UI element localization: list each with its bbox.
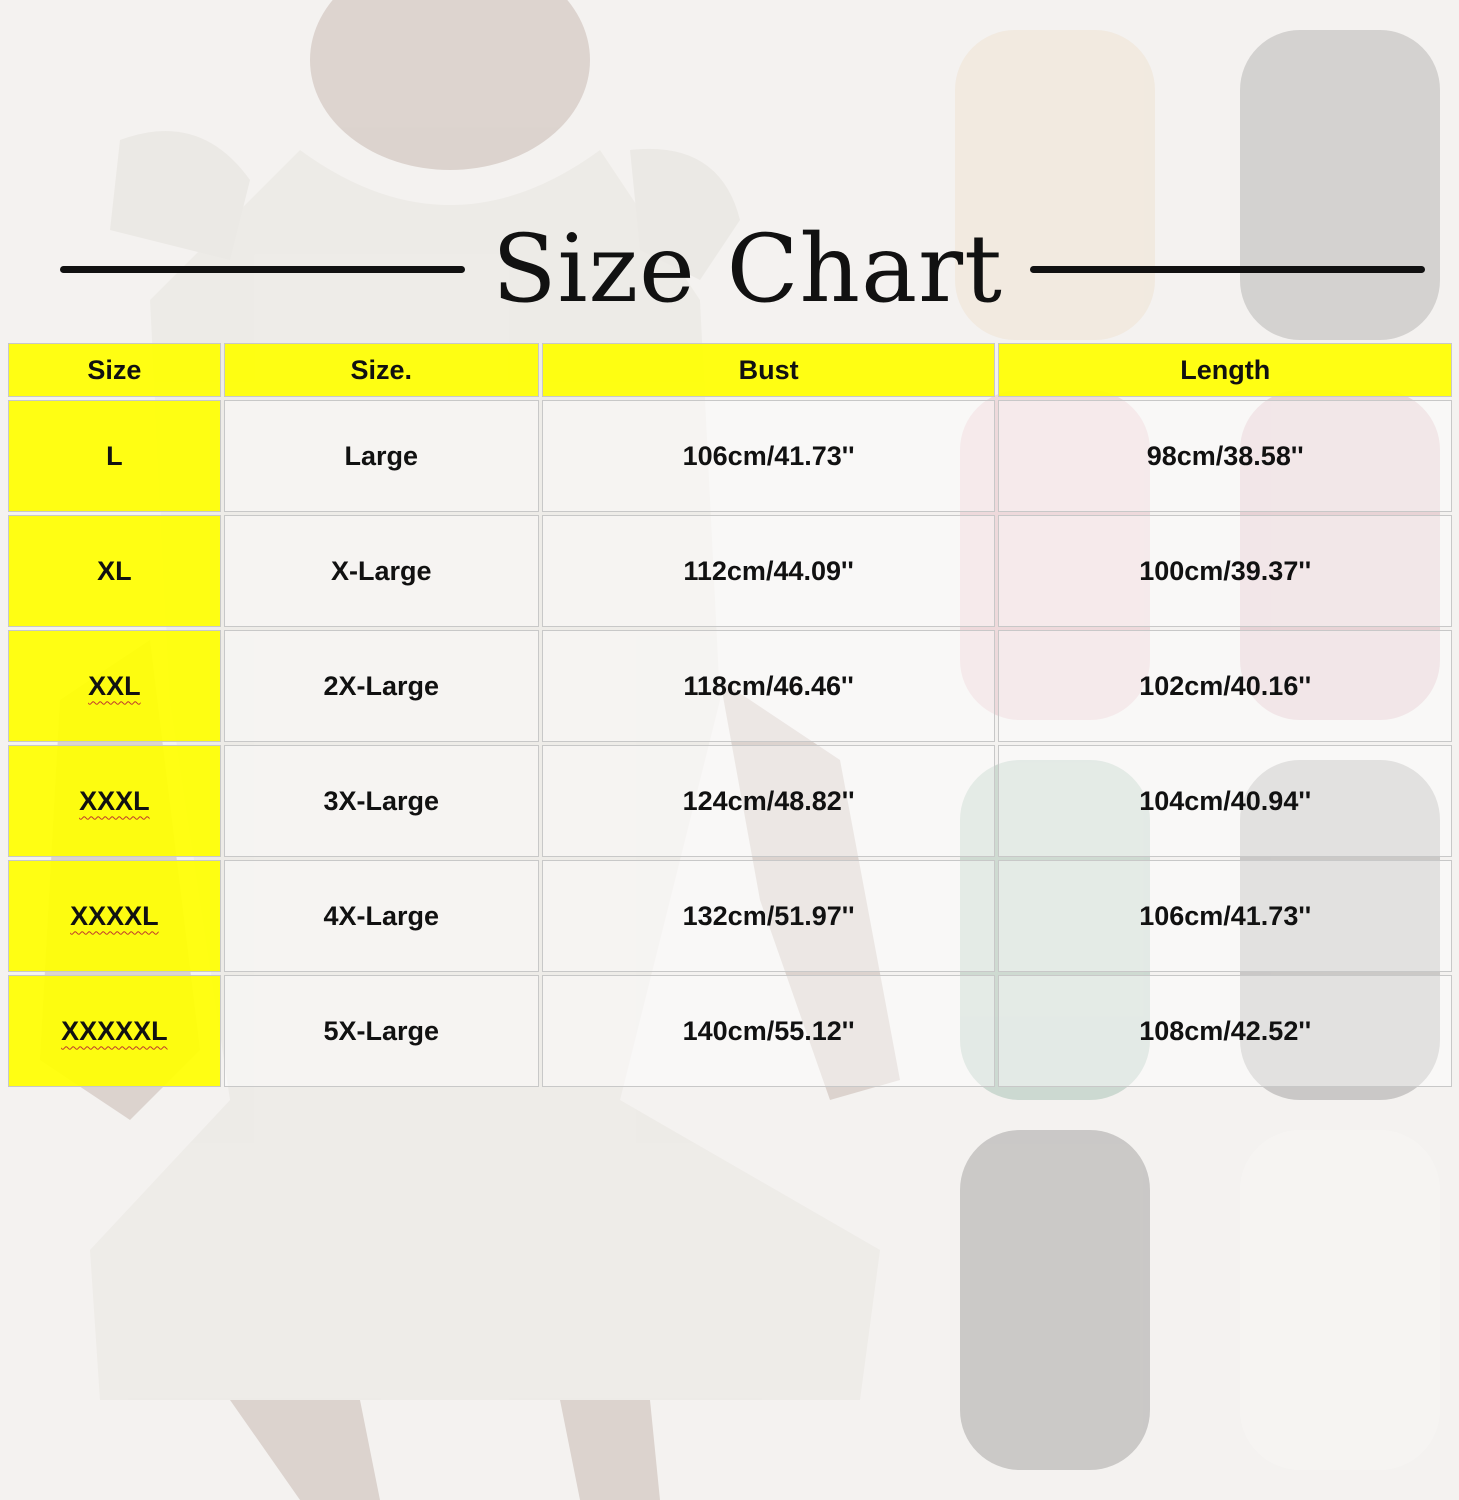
table-row: XXXXXL 5X-Large 140cm/55.12'' 108cm/42.5… [8,975,1452,1087]
size-cell: XXXXL [8,860,221,972]
bust-cell: 124cm/48.82'' [541,745,996,857]
size-name-cell: 2X-Large [223,630,539,742]
size-label: XXXXXL [61,1015,168,1046]
table-header-row: Size Size. Bust Length [8,343,1452,397]
size-label: XXXXL [70,900,159,931]
length-cell: 102cm/40.16'' [998,630,1452,742]
size-cell: XXXXXL [8,975,221,1087]
header-bust: Bust [541,343,996,397]
size-name-cell: Large [223,400,539,512]
bust-cell: 132cm/51.97'' [541,860,996,972]
size-cell: XL [8,515,221,627]
length-cell: 104cm/40.94'' [998,745,1452,857]
length-cell: 98cm/38.58'' [998,400,1452,512]
title-block: Size Chart [0,210,1459,330]
bust-cell: 112cm/44.09'' [541,515,996,627]
page-title: Size Chart [492,215,1003,324]
table-row: XXXXL 4X-Large 132cm/51.97'' 106cm/41.73… [8,860,1452,972]
size-chart-table: Size Size. Bust Length L Large 106cm/41.… [5,340,1455,1090]
size-cell: XXL [8,630,221,742]
title-rule-right [1030,266,1425,273]
table-row: XL X-Large 112cm/44.09'' 100cm/39.37'' [8,515,1452,627]
size-name-cell: 5X-Large [223,975,539,1087]
size-cell: L [8,400,221,512]
size-label: XXL [88,670,141,701]
size-name-cell: X-Large [223,515,539,627]
header-size: Size [8,343,221,397]
table-row: L Large 106cm/41.73'' 98cm/38.58'' [8,400,1452,512]
size-label: XXXL [79,785,150,816]
size-name-cell: 3X-Large [223,745,539,857]
size-cell: XXXL [8,745,221,857]
size-name-cell: 4X-Large [223,860,539,972]
header-size-name: Size. [223,343,539,397]
length-cell: 108cm/42.52'' [998,975,1452,1087]
title-rule-left [60,266,465,273]
bust-cell: 106cm/41.73'' [541,400,996,512]
table-row: XXXL 3X-Large 124cm/48.82'' 104cm/40.94'… [8,745,1452,857]
bust-cell: 118cm/46.46'' [541,630,996,742]
bust-cell: 140cm/55.12'' [541,975,996,1087]
table-row: XXL 2X-Large 118cm/46.46'' 102cm/40.16'' [8,630,1452,742]
length-cell: 100cm/39.37'' [998,515,1452,627]
header-length: Length [998,343,1452,397]
length-cell: 106cm/41.73'' [998,860,1452,972]
